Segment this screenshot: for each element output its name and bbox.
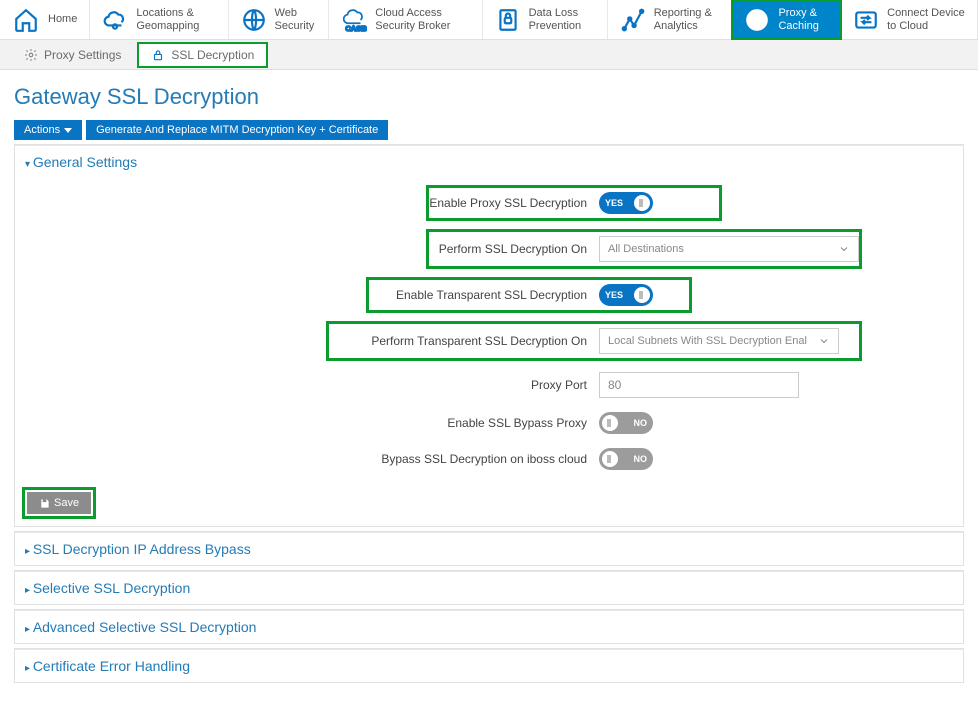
panel-body: Enable Proxy SSL Decryption YES Perform …: [15, 178, 963, 526]
nav-casb[interactable]: CASB Cloud Access Security Broker: [329, 0, 482, 39]
button-label: Actions: [24, 124, 60, 136]
form-label: Enable Transparent SSL Decryption: [369, 288, 599, 302]
panel-header[interactable]: Advanced Selective SSL Decryption: [15, 610, 963, 643]
home-icon: [12, 6, 40, 34]
panel-selective: Selective SSL Decryption: [14, 570, 964, 605]
form-control: Local Subnets With SSL Decryption Enal: [599, 328, 859, 354]
chevron-down-icon: [838, 243, 850, 258]
panel-cert-error: Certificate Error Handling: [14, 648, 964, 683]
row-perform-transparent: Perform Transparent SSL Decryption On Lo…: [329, 324, 859, 358]
form-label: Perform Transparent SSL Decryption On: [329, 334, 599, 348]
tab-label: Proxy Settings: [44, 48, 121, 62]
input-proxy-port[interactable]: [599, 372, 799, 398]
form-control: NO: [599, 412, 859, 434]
select-perform-transparent[interactable]: Local Subnets With SSL Decryption Enal: [599, 328, 839, 354]
form-label: Perform SSL Decryption On: [429, 242, 599, 256]
nav-home[interactable]: Home: [0, 0, 90, 39]
row-bypass-cloud: Bypass SSL Decryption on iboss cloud NO: [129, 448, 849, 470]
button-label: Save: [54, 497, 79, 509]
tab-ssl-decryption[interactable]: SSL Decryption: [139, 44, 266, 66]
svg-text:CASB: CASB: [346, 23, 368, 32]
panel-header[interactable]: Certificate Error Handling: [15, 649, 963, 682]
toggle-state: YES: [605, 290, 623, 300]
nav-label: Cloud Access Security Broker: [375, 7, 469, 32]
save-button[interactable]: Save: [27, 492, 91, 514]
actions-dropdown[interactable]: Actions: [14, 120, 82, 140]
generate-replace-button[interactable]: Generate And Replace MITM Decryption Key…: [86, 120, 388, 140]
toggle-enable-proxy[interactable]: YES: [599, 192, 653, 214]
nav-proxy-caching[interactable]: Proxy & Caching: [732, 0, 841, 39]
toggle-bypass-proxy[interactable]: NO: [599, 412, 653, 434]
lock-icon: [151, 48, 165, 62]
top-nav: Home Locations & Geomapping Web Security…: [0, 0, 978, 40]
form-control: YES: [599, 192, 659, 214]
row-enable-transparent: Enable Transparent SSL Decryption YES: [369, 280, 689, 310]
nav-label: Connect Device to Cloud: [887, 7, 965, 32]
form-control: YES: [599, 284, 659, 306]
toggle-enable-transparent[interactable]: YES: [599, 284, 653, 306]
toggle-knob-icon: [634, 195, 650, 211]
save-highlight: Save: [25, 490, 93, 516]
sub-nav: Proxy Settings SSL Decryption: [0, 40, 978, 70]
nav-label: Proxy & Caching: [778, 7, 828, 32]
caret-down-icon: [64, 128, 72, 133]
nav-connect-device[interactable]: Connect Device to Cloud: [841, 0, 978, 39]
toggle-knob-icon: [602, 451, 618, 467]
form-control: All Destinations: [599, 236, 859, 262]
globe-icon: [241, 6, 267, 34]
panel-adv-selective: Advanced Selective SSL Decryption: [14, 609, 964, 644]
toggle-bypass-cloud[interactable]: NO: [599, 448, 653, 470]
toggle-knob-icon: [634, 287, 650, 303]
save-icon: [39, 498, 50, 509]
nav-locations[interactable]: Locations & Geomapping: [90, 0, 228, 39]
panel-header[interactable]: General Settings: [15, 145, 963, 178]
dlp-icon: [495, 6, 521, 34]
form-label: Enable Proxy SSL Decryption: [429, 196, 599, 210]
form-label: Proxy Port: [129, 378, 599, 392]
tab-proxy-settings[interactable]: Proxy Settings: [12, 44, 133, 66]
nav-label: Reporting & Analytics: [654, 7, 720, 32]
form-control: [599, 372, 859, 398]
row-bypass-proxy: Enable SSL Bypass Proxy NO: [129, 412, 849, 434]
action-bar: Actions Generate And Replace MITM Decryp…: [14, 120, 964, 140]
nav-label: Web Security: [275, 7, 317, 32]
panel-ip-bypass: SSL Decryption IP Address Bypass: [14, 531, 964, 566]
casb-icon: CASB: [341, 6, 367, 34]
toggle-state: NO: [634, 418, 648, 428]
nav-reporting[interactable]: Reporting & Analytics: [608, 0, 733, 39]
toggle-state: YES: [605, 198, 623, 208]
nav-label: Home: [48, 13, 77, 26]
select-value: All Destinations: [608, 243, 684, 255]
toggle-state: NO: [634, 454, 648, 464]
row-proxy-port: Proxy Port: [129, 372, 849, 398]
chart-icon: [620, 6, 646, 34]
chevron-down-icon: [818, 335, 830, 350]
globe-arrow-icon: [744, 6, 770, 34]
select-value: Local Subnets With SSL Decryption Enal: [608, 335, 807, 347]
select-perform-on[interactable]: All Destinations: [599, 236, 859, 262]
nav-web-security[interactable]: Web Security: [229, 0, 330, 39]
row-enable-proxy: Enable Proxy SSL Decryption YES: [429, 188, 719, 218]
form-label: Enable SSL Bypass Proxy: [129, 416, 599, 430]
page-title: Gateway SSL Decryption: [14, 70, 964, 120]
cloud-icon: [102, 6, 128, 34]
gear-icon: [24, 48, 38, 62]
panel-general-settings: General Settings Enable Proxy SSL Decryp…: [14, 144, 964, 527]
arrows-icon: [853, 6, 879, 34]
content: Gateway SSL Decryption Actions Generate …: [0, 70, 978, 701]
form-label: Bypass SSL Decryption on iboss cloud: [129, 452, 599, 466]
tab-label: SSL Decryption: [171, 48, 254, 62]
form-control: NO: [599, 448, 859, 470]
panel-header[interactable]: Selective SSL Decryption: [15, 571, 963, 604]
nav-label: Locations & Geomapping: [136, 7, 215, 32]
panel-header[interactable]: SSL Decryption IP Address Bypass: [15, 532, 963, 565]
toggle-knob-icon: [602, 415, 618, 431]
nav-dlp[interactable]: Data Loss Prevention: [483, 0, 608, 39]
nav-label: Data Loss Prevention: [529, 7, 595, 32]
row-perform-on: Perform SSL Decryption On All Destinatio…: [429, 232, 859, 266]
button-label: Generate And Replace MITM Decryption Key…: [96, 124, 378, 136]
